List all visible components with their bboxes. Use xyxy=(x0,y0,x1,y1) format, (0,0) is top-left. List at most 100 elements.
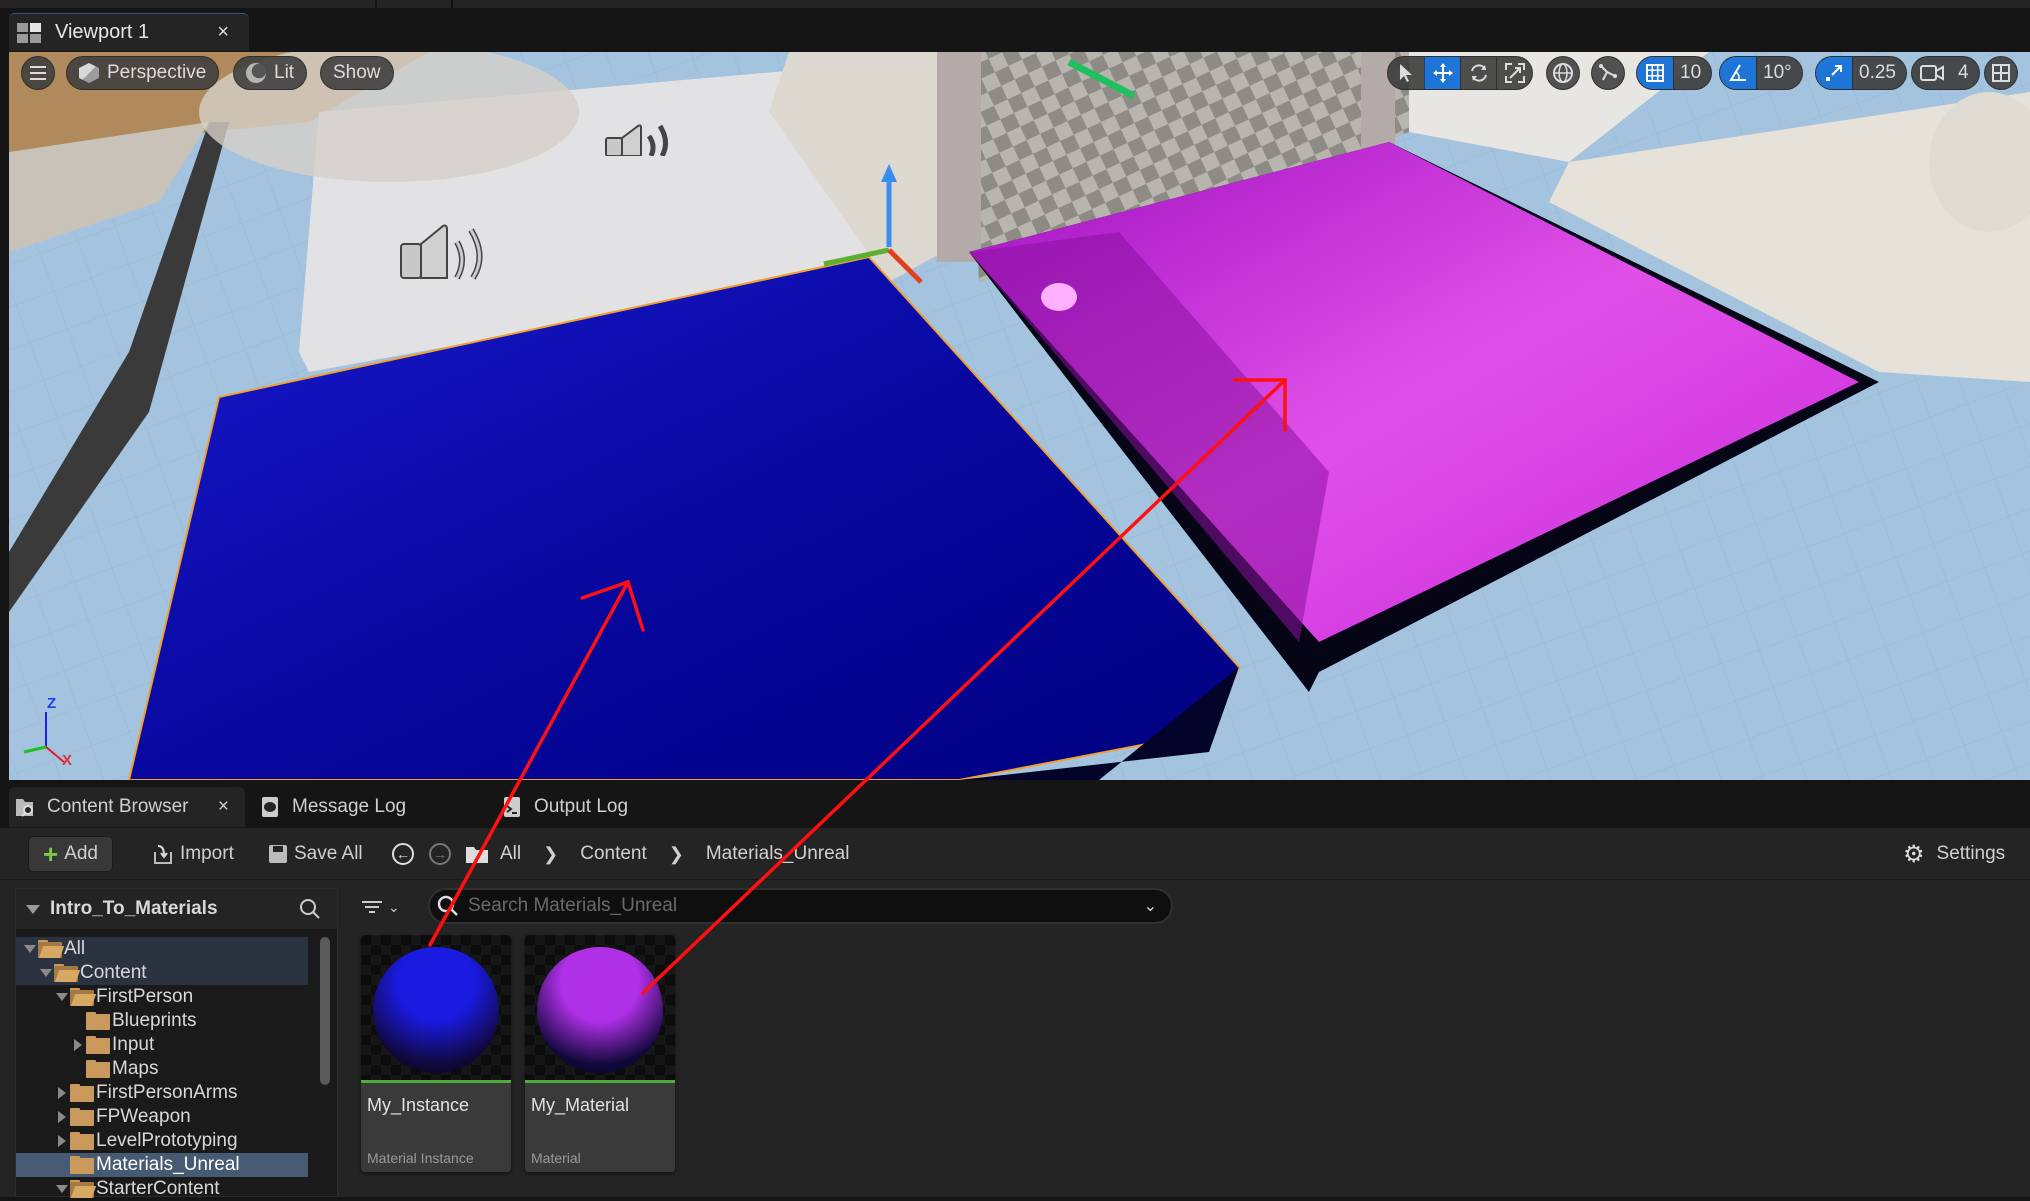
tree-item-label: All xyxy=(64,938,86,959)
expand-closed-icon[interactable] xyxy=(54,1133,70,1149)
bottom-panel-tabs: Content Browser × Message Log Output Log xyxy=(0,780,2030,828)
cube-icon xyxy=(79,63,99,83)
grid-snap-control: 10 xyxy=(1636,56,1713,90)
viewport-tab-title: Viewport 1 xyxy=(55,21,150,43)
rotation-snap-control: 10° xyxy=(1719,56,1803,90)
tab-message-log[interactable]: Message Log xyxy=(260,787,406,827)
expand-closed-icon[interactable] xyxy=(54,1109,70,1125)
tree-item[interactable]: All xyxy=(16,937,308,961)
tree-item[interactable]: FirstPersonArms xyxy=(16,1081,308,1105)
save-all-button[interactable]: Save All xyxy=(268,836,363,872)
folder-tree-panel: Intro_To_Materials All Content FirstPerson… xyxy=(15,888,338,1199)
scale-arrow-icon xyxy=(1826,65,1842,81)
import-button[interactable]: Import xyxy=(152,836,234,872)
scale-snap-control: 0.25 xyxy=(1815,56,1907,90)
tree-item-label: Materials_Unreal xyxy=(96,1154,240,1175)
forward-button[interactable]: → xyxy=(429,836,451,872)
add-button[interactable]: + Add xyxy=(28,836,113,872)
perspective-button[interactable]: Perspective xyxy=(66,56,220,90)
tree-item-label: LevelPrototyping xyxy=(96,1130,238,1151)
chevron-right-icon[interactable]: ❯ xyxy=(669,844,684,865)
level-viewport[interactable]: Z X Perspective Lit Show 10 10° 0.25 4 xyxy=(9,52,2030,780)
surface-snap-icon xyxy=(1599,64,1617,81)
tree-item[interactable]: StarterContent xyxy=(16,1177,308,1201)
expand-closed-icon[interactable] xyxy=(70,1037,86,1053)
grid-snap-toggle[interactable] xyxy=(1637,57,1673,89)
scale-tool-button[interactable] xyxy=(1496,57,1532,89)
output-log-icon xyxy=(504,797,520,817)
grid-snap-value[interactable]: 10 xyxy=(1673,57,1711,89)
asset-name: My_Instance xyxy=(367,1095,470,1115)
expand-closed-icon[interactable] xyxy=(54,1085,70,1101)
close-icon[interactable]: × xyxy=(217,21,229,44)
coordinate-system-button[interactable] xyxy=(1546,56,1580,90)
audio-source-icon[interactable] xyxy=(604,122,679,156)
scale-snap-value[interactable]: 0.25 xyxy=(1852,57,1906,89)
top-tab-strip xyxy=(0,0,2030,8)
asset-type: Material xyxy=(531,1150,581,1166)
material-sphere-preview xyxy=(373,947,499,1073)
tree-scrollbar[interactable] xyxy=(320,937,330,1085)
search-icon xyxy=(437,895,458,916)
expand-open-icon[interactable] xyxy=(54,1181,70,1197)
expand-open-icon[interactable] xyxy=(38,965,54,981)
scale-snap-toggle[interactable] xyxy=(1816,57,1852,89)
lit-sphere-icon xyxy=(246,63,266,83)
settings-button[interactable]: ⚙ Settings xyxy=(1903,836,2005,872)
tree-item[interactable]: Input xyxy=(16,1033,308,1057)
search-input[interactable] xyxy=(468,895,1144,917)
rotate-icon xyxy=(1470,64,1487,82)
tab-content-browser[interactable]: Content Browser × xyxy=(9,787,245,827)
back-button[interactable]: ← xyxy=(392,836,414,872)
tree-item[interactable]: Content xyxy=(16,961,308,985)
collapse-triangle-icon[interactable] xyxy=(26,904,40,914)
axis-z-label: Z xyxy=(47,695,57,712)
chevron-right-icon[interactable]: ❯ xyxy=(543,844,558,865)
chevron-down-icon[interactable]: ⌄ xyxy=(1144,896,1157,916)
tree-item[interactable]: FirstPerson xyxy=(16,985,308,1009)
show-button[interactable]: Show xyxy=(320,56,394,90)
asset-search-field[interactable]: ⌄ xyxy=(428,888,1173,924)
material-sphere-preview xyxy=(537,947,663,1073)
filter-icon xyxy=(362,901,382,913)
tab-output-log[interactable]: Output Log xyxy=(502,787,628,827)
tree-header[interactable]: Intro_To_Materials xyxy=(16,889,337,929)
rotation-snap-toggle[interactable] xyxy=(1720,57,1756,89)
camera-speed-value[interactable]: 4 xyxy=(1952,57,1979,89)
expand-open-icon[interactable] xyxy=(54,989,70,1005)
tree-item[interactable]: LevelPrototyping xyxy=(16,1129,308,1153)
rotation-snap-value[interactable]: 10° xyxy=(1756,57,1802,89)
viewport-menu-button[interactable] xyxy=(21,56,55,90)
view-mode-button[interactable]: Lit xyxy=(233,56,308,90)
select-tool-button[interactable] xyxy=(1388,57,1424,89)
tree-item[interactable]: FPWeapon xyxy=(16,1105,308,1129)
browse-folder-button[interactable] xyxy=(465,836,489,872)
breadcrumb-content[interactable]: Content xyxy=(580,843,647,865)
tree-item[interactable]: Maps xyxy=(16,1057,308,1081)
translate-tool-button[interactable] xyxy=(1424,57,1460,89)
angle-icon xyxy=(1729,64,1746,81)
breadcrumb-materials-unreal[interactable]: Materials_Unreal xyxy=(706,843,850,865)
close-icon[interactable]: × xyxy=(218,796,229,818)
audio-source-icon[interactable] xyxy=(399,222,494,282)
rotate-tool-button[interactable] xyxy=(1460,57,1496,89)
perspective-label: Perspective xyxy=(107,62,207,83)
transform-tools xyxy=(1387,56,1533,90)
forward-arrow-icon: → xyxy=(429,843,451,865)
asset-tile[interactable]: My_Instance Material Instance xyxy=(361,935,511,1172)
folder-icon xyxy=(70,1108,94,1126)
search-icon[interactable] xyxy=(299,898,321,920)
expand-open-icon[interactable] xyxy=(22,941,38,957)
camera-speed-button[interactable] xyxy=(1912,57,1952,89)
tree-item[interactable]: Materials_Unreal xyxy=(16,1153,308,1177)
breadcrumb-all[interactable]: All xyxy=(500,843,521,865)
scene-render[interactable] xyxy=(9,52,2030,780)
filter-button[interactable]: ⌄ xyxy=(362,892,400,922)
viewport-tab[interactable]: Viewport 1 × xyxy=(9,13,249,51)
asset-tile[interactable]: My_Material Material xyxy=(525,935,675,1172)
tree-item[interactable]: Blueprints xyxy=(16,1009,308,1033)
viewport-layout-button[interactable] xyxy=(1984,56,2018,90)
surface-snap-button[interactable] xyxy=(1591,56,1625,90)
